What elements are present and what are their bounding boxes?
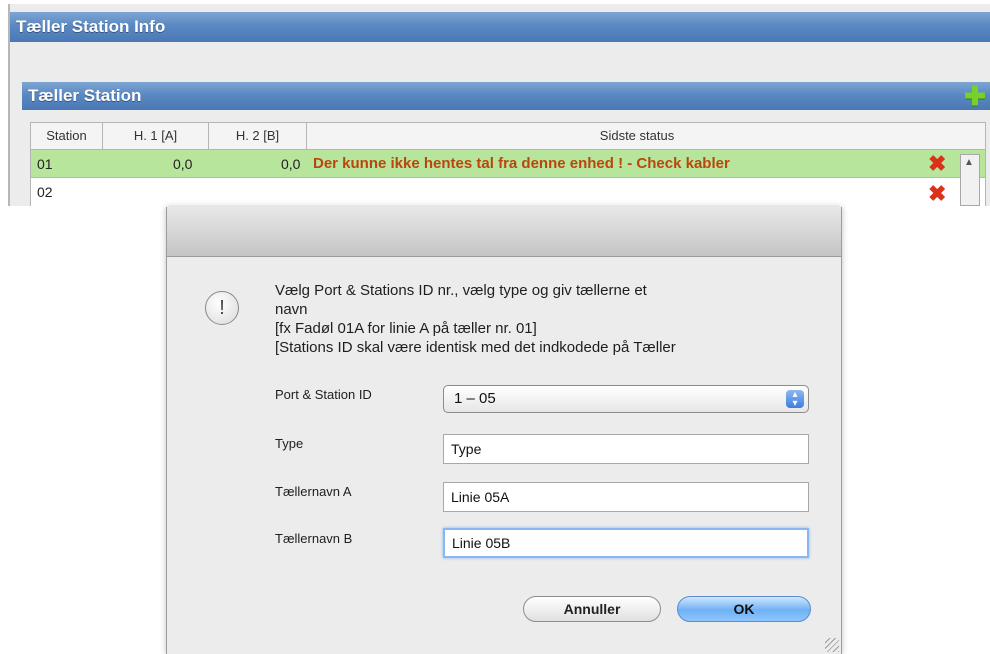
message-line: navn bbox=[275, 301, 308, 318]
port-station-select[interactable]: 1 – 05 ▴ ▾ bbox=[443, 385, 809, 413]
cancel-button[interactable]: Annuller bbox=[523, 596, 661, 622]
port-station-value: 1 – 05 bbox=[454, 390, 496, 407]
column-header-status[interactable]: Sidste status bbox=[307, 123, 967, 149]
add-station-icon[interactable]: ✚ bbox=[964, 83, 986, 109]
type-input[interactable] bbox=[443, 434, 809, 464]
station-section-header: Tæller Station ✚ bbox=[22, 82, 990, 110]
station-table: Station H. 1 [A] H. 2 [B] Sidste status … bbox=[30, 122, 986, 206]
select-arrows-icon: ▴ ▾ bbox=[786, 390, 804, 409]
dialog-titlebar[interactable] bbox=[167, 207, 841, 257]
alert-icon: ! bbox=[205, 291, 239, 325]
cell-h2: 0,0 bbox=[281, 156, 301, 172]
cell-station: 01 bbox=[37, 156, 53, 172]
dialog-message: Vælg Port & Stations ID nr., vælg type o… bbox=[275, 281, 815, 357]
type-label: Type bbox=[275, 436, 304, 451]
counter-name-a-input[interactable] bbox=[443, 482, 809, 512]
message-line: [fx Fadøl 01A for linie A på tæller nr. … bbox=[275, 320, 537, 337]
delete-icon[interactable]: ✖ bbox=[928, 153, 948, 175]
counter-name-b-label: Tællernavn B bbox=[275, 531, 353, 546]
add-station-dialog: ! Vælg Port & Stations ID nr., vælg type… bbox=[166, 207, 842, 654]
message-line: [Stations ID skal være identisk med det … bbox=[275, 339, 676, 356]
scroll-up-arrow-icon[interactable]: ▲ bbox=[964, 157, 974, 168]
column-header-h1[interactable]: H. 1 [A] bbox=[103, 123, 209, 149]
cell-h1: 0,0 bbox=[173, 156, 193, 172]
column-header-station[interactable]: Station bbox=[31, 123, 103, 149]
station-info-title: Tæller Station Info bbox=[16, 17, 166, 36]
port-station-label: Port & Station ID bbox=[275, 387, 372, 402]
station-info-header: Tæller Station Info bbox=[10, 12, 990, 42]
station-section-title: Tæller Station bbox=[28, 86, 142, 105]
delete-icon[interactable]: ✖ bbox=[928, 183, 948, 205]
table-scrollbar[interactable]: ▲ bbox=[960, 154, 980, 206]
column-header-h2[interactable]: H. 2 [B] bbox=[209, 123, 307, 149]
table-row[interactable]: 02 ✖ bbox=[30, 178, 986, 206]
station-info-panel: Tæller Station Info Tæller Station ✚ Sta… bbox=[8, 4, 990, 206]
resize-grip-icon[interactable] bbox=[825, 638, 839, 652]
table-row[interactable]: 01 0,0 0,0 Der kunne ikke hentes tal fra… bbox=[30, 150, 986, 178]
message-line: Vælg Port & Stations ID nr., vælg type o… bbox=[275, 282, 647, 299]
ok-button[interactable]: OK bbox=[677, 596, 811, 622]
counter-name-a-label: Tællernavn A bbox=[275, 484, 352, 499]
cell-station: 02 bbox=[37, 184, 53, 200]
cell-status: Der kunne ikke hentes tal fra denne enhe… bbox=[313, 155, 730, 172]
table-header: Station H. 1 [A] H. 2 [B] Sidste status bbox=[30, 122, 986, 150]
counter-name-b-input[interactable] bbox=[443, 528, 809, 558]
